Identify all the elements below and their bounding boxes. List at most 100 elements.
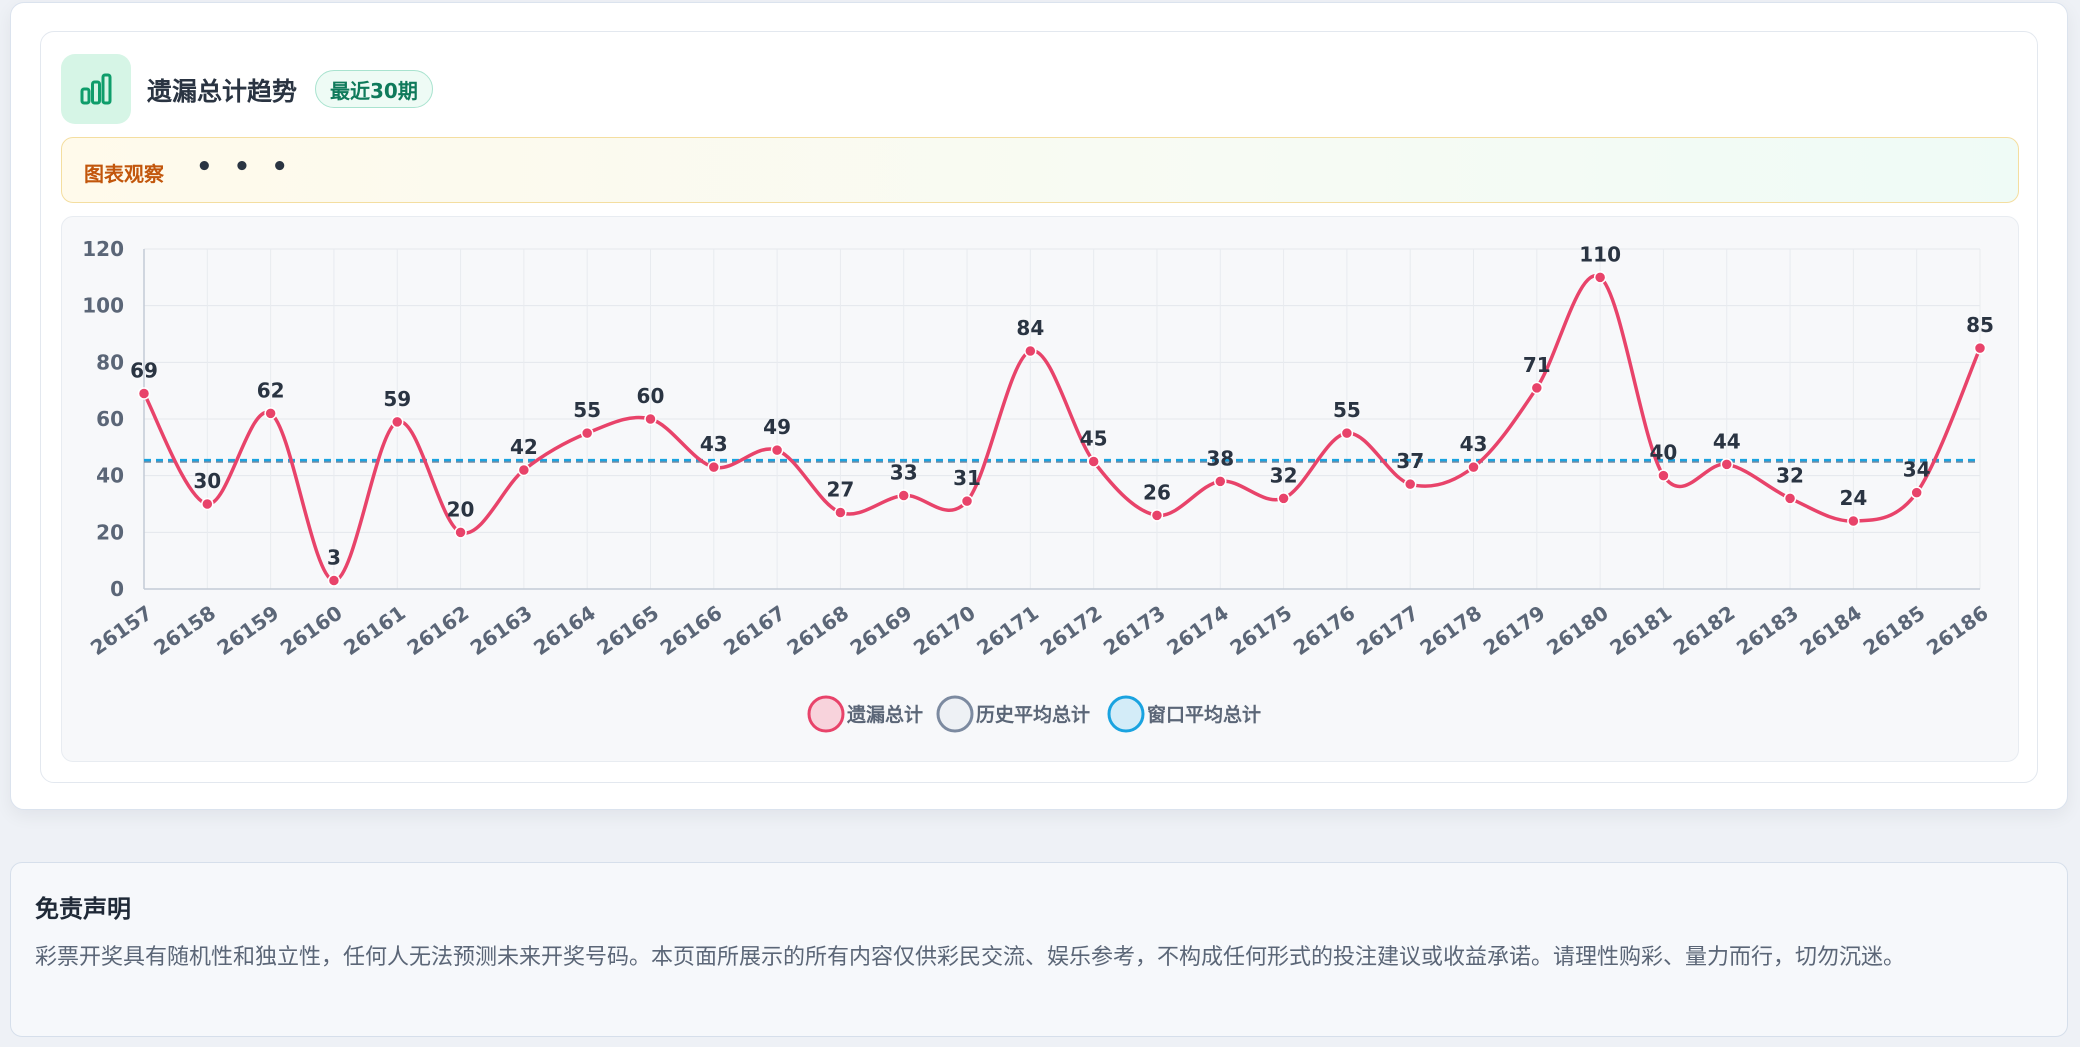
legend-item[interactable]: 历史平均总计 <box>936 695 1090 733</box>
x-tick-label: 26180 <box>1542 601 1613 661</box>
data-label: 32 <box>1270 463 1298 487</box>
data-point <box>517 463 531 477</box>
data-point <box>707 460 721 474</box>
data-point <box>1214 475 1227 488</box>
chart-card: 遗漏总计趋势 最近30期 图表观察 • • • 0 20 40 60 80 100 120 2… <box>40 31 2038 783</box>
disclaimer-section: 免责声明 彩票开奖具有随机性和独立性，任何人无法预测未来开奖号码。本页面所展示的… <box>10 862 2068 1037</box>
observation-label: 图表观察 <box>84 162 164 186</box>
trend-card: 遗漏总计趋势 最近30期 图表观察 • • • 0 20 40 60 80 100 120 2… <box>10 2 2068 810</box>
bar-chart-icon <box>61 54 131 124</box>
legend-swatch <box>1107 695 1145 733</box>
legend-swatch <box>807 695 845 733</box>
x-tick-label: 26181 <box>1605 601 1676 661</box>
data-point <box>1150 509 1164 522</box>
data-point <box>264 407 277 420</box>
x-tick-label: 26184 <box>1795 601 1866 661</box>
x-tick-label: 26158 <box>149 601 220 661</box>
period-badge[interactable]: 最近30期 <box>315 70 433 108</box>
legend-label: 历史平均总计 <box>976 703 1090 726</box>
data-point <box>1593 271 1607 284</box>
x-tick-label: 26178 <box>1415 601 1486 661</box>
data-label: 55 <box>1333 398 1361 422</box>
data-point <box>897 489 910 502</box>
chart-panel: 0 20 40 60 80 100 120 26157 26158 26159 26160 26161… <box>61 216 2019 762</box>
data-label: 45 <box>1080 427 1108 451</box>
data-label: 32 <box>1776 463 1804 487</box>
data-point <box>1973 341 1987 355</box>
data-label: 85 <box>1966 313 1994 337</box>
data-point <box>644 412 657 426</box>
data-label: 42 <box>510 435 538 459</box>
data-label: 69 <box>130 359 158 383</box>
x-tick-label: 26157 <box>86 601 157 661</box>
x-tick-label: 26170 <box>909 601 980 661</box>
legend-swatch <box>936 695 974 733</box>
missing-total-line <box>142 274 1982 583</box>
y-tick-label: 0 <box>110 577 124 601</box>
data-point <box>1403 477 1417 491</box>
chart-observation-banner[interactable]: 图表观察 • • • <box>61 137 2019 203</box>
disclaimer-text: 彩票开奖具有随机性和独立性，任何人无法预测未来开奖号码。本页面所展示的所有内容仅… <box>35 945 1906 970</box>
data-label: 31 <box>953 466 981 490</box>
data-label: 27 <box>826 478 854 502</box>
data-label: 59 <box>383 387 411 411</box>
data-point <box>1087 455 1100 468</box>
x-tick-label: 26174 <box>1162 601 1233 661</box>
x-tick-label: 26186 <box>1922 601 1993 661</box>
legend-item[interactable]: 遗漏总计 <box>807 695 923 733</box>
data-point <box>1910 486 1923 499</box>
data-label: 84 <box>1016 316 1044 340</box>
x-tick-label: 26168 <box>782 601 853 661</box>
data-label: 44 <box>1713 429 1741 453</box>
data-label: 43 <box>700 432 728 456</box>
data-point <box>137 387 151 400</box>
data-point <box>1847 514 1860 528</box>
data-point <box>201 497 214 511</box>
data-point <box>1340 426 1354 440</box>
data-label: 110 <box>1579 242 1621 266</box>
trend-chart: 0 20 40 60 80 100 120 2615726158261592616026161… <box>82 237 1994 733</box>
x-tick-label: 26159 <box>213 601 284 661</box>
data-label: 62 <box>257 378 285 402</box>
data-label: 34 <box>1903 458 1931 482</box>
data-point <box>960 494 974 508</box>
data-point <box>770 443 784 457</box>
x-tick-label: 26169 <box>846 601 917 661</box>
x-tick-label: 26175 <box>1226 601 1297 661</box>
x-tick-label: 26179 <box>1479 601 1550 661</box>
data-point <box>390 415 404 429</box>
data-label: 38 <box>1206 446 1234 470</box>
data-label: 24 <box>1839 486 1867 510</box>
x-tick-label: 26172 <box>1036 601 1107 661</box>
data-label: 33 <box>890 461 918 485</box>
x-tick-label: 26161 <box>339 601 410 661</box>
data-point <box>327 574 341 587</box>
y-tick-label: 100 <box>82 294 124 318</box>
x-tick-label: 26173 <box>1099 601 1170 661</box>
data-point <box>454 526 467 539</box>
data-label: 43 <box>1460 432 1488 456</box>
x-tick-label: 26163 <box>466 601 537 661</box>
x-tick-label: 26160 <box>276 601 347 661</box>
y-tick-label: 20 <box>96 520 124 544</box>
data-point <box>1783 492 1797 505</box>
data-label: 49 <box>763 415 791 439</box>
data-point <box>1467 460 1480 474</box>
x-tick-label: 26182 <box>1669 601 1740 661</box>
data-point <box>1277 492 1290 505</box>
data-label: 60 <box>637 384 665 408</box>
data-label: 55 <box>573 398 601 422</box>
chart-title: 遗漏总计趋势 <box>147 77 298 106</box>
legend-item[interactable]: 窗口平均总计 <box>1107 695 1261 733</box>
data-point <box>834 506 847 519</box>
data-point <box>1657 469 1670 482</box>
x-tick-label: 26166 <box>656 601 727 661</box>
more-dots-icon[interactable]: • • • <box>196 152 294 182</box>
y-tick-label: 40 <box>96 464 124 488</box>
data-point <box>1024 344 1037 358</box>
data-point <box>1720 458 1734 471</box>
x-tick-label: 26167 <box>719 601 790 661</box>
y-tick-label: 120 <box>82 237 124 261</box>
data-label: 3 <box>327 546 341 570</box>
data-label: 26 <box>1143 480 1171 504</box>
